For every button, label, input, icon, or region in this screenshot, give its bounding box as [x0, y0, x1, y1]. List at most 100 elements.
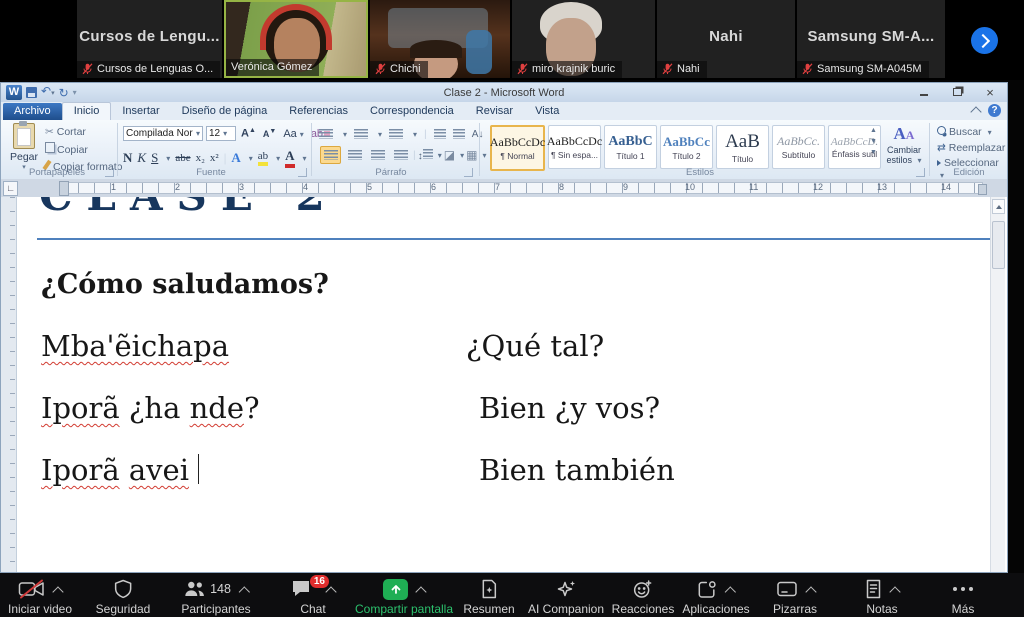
subscript-button[interactable]: x₂	[196, 152, 205, 164]
line-spacing-button[interactable]: ↕	[418, 149, 433, 162]
video-tile-veronica[interactable]: Verónica Gómez	[224, 0, 368, 78]
find-button[interactable]: Buscar ▾	[937, 126, 1007, 138]
notes-button[interactable]: Notas	[865, 578, 899, 616]
font-size-combo[interactable]: 12▾	[206, 126, 236, 141]
replace-button[interactable]: ⇄ Reemplazar	[937, 142, 1007, 154]
tab-insertar[interactable]: Insertar	[111, 103, 170, 120]
video-tile-nahi[interactable]: Nahi Nahi	[657, 0, 795, 78]
participants-button[interactable]: 148 Participantes	[181, 578, 250, 616]
video-tile-samsung[interactable]: Samsung SM-A... Samsung SM-A045M	[797, 0, 945, 78]
style-titulo2[interactable]: AaBbCc Título 2	[660, 125, 713, 169]
chevron-up-icon[interactable]	[52, 586, 63, 597]
paste-button[interactable]: Pegar▾	[5, 123, 43, 171]
style-normal[interactable]: AaBbCcDc ¶ Normal	[490, 125, 545, 171]
bullets-button[interactable]	[319, 129, 333, 139]
tab-diseno[interactable]: Diseño de página	[171, 103, 279, 120]
word-titlebar[interactable]: W ↶▾ ↻ ▾ Clase 2 - Microsoft Word ×	[1, 83, 1007, 102]
tab-revisar[interactable]: Revisar	[465, 103, 524, 120]
change-styles-button[interactable]: AA Cambiar estilos ▾	[883, 125, 925, 165]
style-sin-espaciado[interactable]: AaBbCcDc ¶ Sin espa...	[548, 125, 601, 169]
restore-button[interactable]	[944, 85, 970, 99]
vertical-ruler[interactable]	[1, 197, 17, 572]
scroll-up-button[interactable]	[992, 199, 1005, 214]
style-titulo1[interactable]: AaBbC Título 1	[604, 125, 657, 169]
qat-customize-icon[interactable]: ▾	[73, 88, 77, 97]
summary-button[interactable]: Resumen	[463, 578, 514, 616]
styles-gallery-more[interactable]: ▼	[870, 149, 877, 156]
horizontal-ruler[interactable]: ∟ 1 2 3 4 5 6 7 8 9 10 11 12 13 14	[1, 179, 1007, 197]
align-center-button[interactable]	[345, 147, 364, 163]
next-videos-button[interactable]	[971, 27, 998, 54]
copy-button[interactable]: Copiar	[45, 142, 122, 156]
start-video-button[interactable]: Iniciar video	[8, 578, 72, 616]
apps-button[interactable]: Aplicaciones	[682, 578, 749, 616]
collapse-ribbon-icon[interactable]	[970, 106, 981, 117]
video-tile-cursos[interactable]: Cursos de Lengu... Cursos de Lenguas O..…	[77, 0, 222, 78]
indent-marker-left[interactable]	[59, 181, 69, 196]
tab-correspondencia[interactable]: Correspondencia	[359, 103, 465, 120]
video-tile-chichi[interactable]: Chichi	[370, 0, 510, 78]
tab-vista[interactable]: Vista	[524, 103, 570, 120]
document-canvas[interactable]: CLASE 2 ¿Cómo saludamos? Mba'ẽichapa ¿Qu…	[1, 197, 1007, 572]
borders-button[interactable]: ▦	[466, 148, 477, 162]
increase-indent-button[interactable]	[453, 129, 465, 139]
chevron-up-icon[interactable]	[325, 586, 336, 597]
font-color-button[interactable]: A	[285, 148, 294, 168]
help-button[interactable]: ?	[988, 104, 1001, 117]
text-effects-button[interactable]: A	[231, 150, 240, 166]
bold-button[interactable]: N	[123, 150, 132, 166]
ai-companion-button[interactable]: AI Companion	[528, 578, 604, 616]
underline-button[interactable]: S	[151, 150, 158, 166]
highlight-button[interactable]: ab	[258, 150, 268, 166]
minimize-button[interactable]	[911, 85, 937, 99]
close-button[interactable]: ×	[977, 85, 1003, 99]
numbering-button[interactable]	[354, 129, 368, 139]
align-right-button[interactable]	[368, 147, 387, 163]
align-left-button[interactable]	[320, 146, 341, 164]
chevron-up-icon[interactable]	[725, 586, 736, 597]
grow-font-button[interactable]: A▲	[241, 127, 256, 140]
vertical-scrollbar[interactable]	[990, 197, 1005, 572]
decrease-indent-button[interactable]	[434, 129, 446, 139]
italic-button[interactable]: K	[137, 150, 146, 166]
font-dialog-launcher[interactable]	[298, 168, 307, 177]
chevron-up-icon[interactable]	[415, 586, 426, 597]
shading-button[interactable]: ◪	[444, 148, 455, 162]
share-screen-button[interactable]: Compartir pantalla	[355, 578, 453, 616]
chevron-up-icon[interactable]	[889, 586, 900, 597]
chevron-up-icon[interactable]	[805, 586, 816, 597]
more-button[interactable]: Más	[951, 578, 975, 616]
tab-inicio[interactable]: Inicio	[62, 102, 112, 120]
redo-icon[interactable]: ↻	[59, 87, 69, 99]
clipboard-dialog-launcher[interactable]	[105, 168, 114, 177]
shrink-font-button[interactable]: A▼	[263, 128, 276, 139]
tab-archivo[interactable]: Archivo	[3, 103, 62, 120]
word-logo-icon[interactable]: W	[6, 85, 22, 100]
indent-marker-right[interactable]	[978, 184, 987, 195]
save-icon[interactable]	[26, 87, 37, 98]
reactions-button[interactable]: Reacciones	[612, 578, 675, 616]
tab-referencias[interactable]: Referencias	[278, 103, 359, 120]
styles-scroll-up[interactable]: ▲	[870, 127, 877, 134]
cut-button[interactable]: ✂ Cortar	[45, 126, 122, 138]
tab-selector[interactable]: ∟	[3, 181, 18, 196]
undo-icon[interactable]: ↶▾	[41, 85, 55, 100]
security-button[interactable]: Seguridad	[96, 578, 151, 616]
style-subtitulo[interactable]: AaBbCc. Subtítulo	[772, 125, 825, 169]
styles-dialog-launcher[interactable]	[916, 168, 925, 177]
styles-scroll-down[interactable]: ▼	[870, 138, 877, 145]
chevron-up-icon[interactable]	[238, 586, 249, 597]
superscript-button[interactable]: x²	[210, 152, 219, 164]
justify-button[interactable]	[391, 147, 410, 163]
video-tile-miro[interactable]: miro krajnik buric	[512, 0, 655, 78]
paragraph-dialog-launcher[interactable]	[464, 168, 473, 177]
whiteboards-button[interactable]: Pizarras	[773, 578, 817, 616]
strikethrough-button[interactable]: abe	[175, 152, 190, 164]
multilevel-list-button[interactable]	[389, 129, 403, 139]
change-case-button[interactable]: Aa▾	[283, 128, 303, 140]
chat-button[interactable]: 16 Chat	[291, 578, 335, 616]
font-name-combo[interactable]: Compilada Nori▾	[123, 126, 203, 141]
sort-button[interactable]: A↓	[472, 129, 484, 140]
style-titulo[interactable]: AaB Título	[716, 125, 769, 169]
scrollbar-thumb[interactable]	[992, 221, 1005, 269]
